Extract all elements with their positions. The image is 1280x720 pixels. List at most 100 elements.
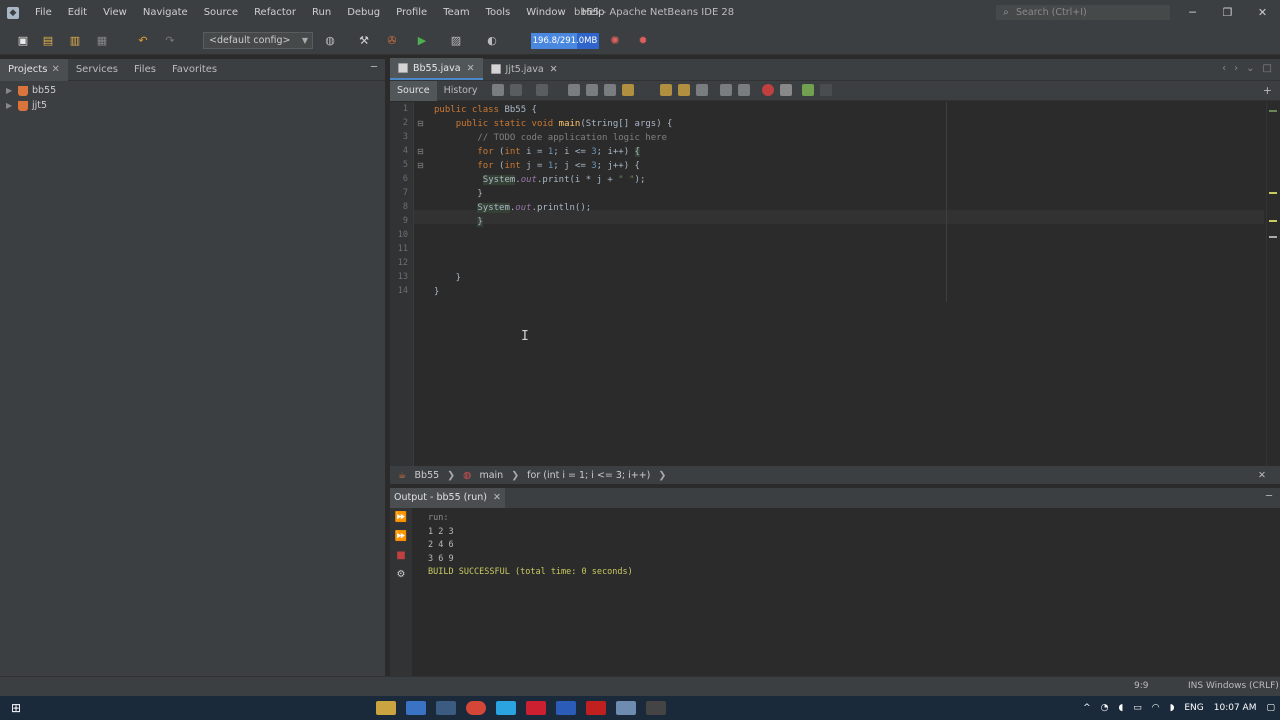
close-icon[interactable]: ✕	[51, 64, 59, 75]
menu-tools[interactable]: Tools	[478, 0, 519, 26]
prev-bookmark-icon[interactable]	[660, 84, 672, 96]
chrome-icon[interactable]	[466, 701, 486, 715]
uncomment-icon[interactable]	[820, 84, 832, 96]
menu-view[interactable]: View	[95, 0, 135, 26]
stop-macro-icon[interactable]	[780, 84, 792, 96]
close-icon[interactable]: ✕	[550, 64, 558, 75]
fold-toggle-icon[interactable]: ⊟	[417, 161, 424, 170]
network-icon[interactable]: ◔	[1101, 703, 1109, 713]
menu-debug[interactable]: Debug	[339, 0, 388, 26]
settings-icon[interactable]: ⚙	[394, 568, 408, 580]
file-explorer-icon[interactable]	[376, 701, 396, 715]
tab-projects[interactable]: Projects ✕	[0, 58, 68, 81]
next-bookmark-icon[interactable]	[678, 84, 690, 96]
undo-icon[interactable]: ↶	[135, 32, 151, 48]
close-icon[interactable]: ✕	[467, 63, 475, 74]
language-indicator[interactable]: ENG	[1184, 703, 1203, 713]
memory-indicator[interactable]: 196.8/291.0MB	[531, 33, 599, 49]
line-ending-label[interactable]: Windows (CRLF)	[1206, 681, 1279, 691]
new-project-icon[interactable]: ▤	[40, 32, 56, 48]
word-icon[interactable]	[556, 701, 576, 715]
rerun-params-icon[interactable]: ⏩	[394, 530, 408, 542]
wifi-icon[interactable]: ◠	[1152, 703, 1160, 713]
open-project-icon[interactable]: ▥	[67, 32, 83, 48]
tab-files[interactable]: Files	[126, 59, 164, 81]
tab-output[interactable]: Output - bb55 (run) ✕	[390, 488, 505, 508]
battery-icon[interactable]: ▭	[1133, 703, 1142, 713]
close-icon[interactable]: ✕	[1258, 470, 1266, 481]
notifications-icon[interactable]: ▢	[1266, 703, 1275, 713]
new-file-icon[interactable]: ▣	[15, 32, 31, 48]
redo-icon[interactable]: ↷	[162, 32, 178, 48]
start-icon[interactable]: ⊞	[6, 701, 26, 715]
tab-source[interactable]: Source	[390, 80, 437, 101]
menu-window[interactable]: Window	[518, 0, 573, 26]
tree-item-bb55[interactable]: ▶ bb55	[0, 83, 385, 98]
find-next-icon[interactable]	[604, 84, 616, 96]
app-icon[interactable]	[646, 701, 666, 715]
maximize-icon[interactable]: □	[1263, 63, 1272, 74]
maximize-icon[interactable]: ❐	[1210, 0, 1245, 26]
volume-icon[interactable]: ◖	[1118, 703, 1123, 713]
clean-build-icon[interactable]: ✇	[384, 32, 400, 48]
calculator-icon[interactable]	[406, 701, 426, 715]
toggle-bookmark-icon[interactable]	[696, 84, 708, 96]
stripe-marker[interactable]	[1269, 236, 1277, 238]
gc-icon[interactable]: ✺	[607, 32, 623, 48]
tab-favorites[interactable]: Favorites	[164, 59, 225, 81]
tree-item-jjt5[interactable]: ▶ jjt5	[0, 98, 385, 113]
comment-icon[interactable]	[802, 84, 814, 96]
breadcrumb-method[interactable]: main	[479, 470, 503, 481]
chevron-up-icon[interactable]: ^	[1083, 703, 1091, 713]
media-icon[interactable]	[586, 701, 606, 715]
netbeans-icon[interactable]	[616, 701, 636, 715]
stripe-marker[interactable]	[1269, 110, 1277, 112]
tab-bb55-java[interactable]: Bb55.java ✕	[390, 58, 483, 80]
menu-profile[interactable]: Profile	[388, 0, 435, 26]
fold-toggle-icon[interactable]: ⊟	[417, 119, 424, 128]
code-area[interactable]: 1 2 3 4 5 6 7 8 9 10 11 12 13 14 ⊟ ⊟ ⊟ p…	[390, 102, 1280, 466]
run-icon[interactable]: ▶	[414, 32, 430, 48]
clock[interactable]: 10:07 AM	[1214, 703, 1257, 713]
tab-jjt5-java[interactable]: Jjt5.java ✕	[483, 58, 566, 80]
globe-icon[interactable]: ◍	[322, 32, 338, 48]
close-icon[interactable]: ✕	[1245, 0, 1280, 26]
shift-right-icon[interactable]	[738, 84, 750, 96]
chevron-right-icon[interactable]: ›	[1234, 63, 1238, 74]
last-edit-icon[interactable]	[492, 84, 504, 96]
expand-icon[interactable]: ▶	[6, 101, 18, 110]
menu-navigate[interactable]: Navigate	[135, 0, 196, 26]
rerun-icon[interactable]: ⏩	[394, 511, 408, 523]
record-macro-icon[interactable]	[762, 84, 774, 96]
speaker-icon[interactable]: ◗	[1170, 703, 1175, 713]
error-stripe[interactable]	[1266, 102, 1280, 466]
find-prev-icon[interactable]	[586, 84, 598, 96]
tab-services[interactable]: Services	[68, 59, 126, 81]
menu-refactor[interactable]: Refactor	[246, 0, 304, 26]
tab-history[interactable]: History	[437, 81, 485, 101]
profile-icon[interactable]: ◐	[484, 32, 500, 48]
save-all-icon[interactable]: ▦	[94, 32, 110, 48]
menu-source[interactable]: Source	[196, 0, 246, 26]
forward-icon[interactable]	[536, 84, 548, 96]
minimize-panel-icon[interactable]: ─	[1266, 491, 1272, 502]
minimize-icon[interactable]: ─	[1175, 0, 1210, 26]
config-select[interactable]: <default config> ▼	[203, 32, 313, 49]
back-icon[interactable]	[510, 84, 522, 96]
menu-edit[interactable]: Edit	[60, 0, 95, 26]
caret-position[interactable]: 9:9	[1134, 681, 1148, 691]
search-box[interactable]: ⌕ Search (Ctrl+I)	[996, 5, 1170, 20]
build-hammer-icon[interactable]: ⚒	[356, 32, 372, 48]
menu-file[interactable]: File	[27, 0, 60, 26]
breadcrumb-loop[interactable]: for (int i = 1; i <= 3; i++)	[527, 470, 650, 481]
shift-left-icon[interactable]	[720, 84, 732, 96]
stripe-marker[interactable]	[1269, 220, 1277, 222]
wps-icon[interactable]	[526, 701, 546, 715]
settings-app-icon[interactable]	[436, 701, 456, 715]
split-plus-icon[interactable]: +	[1263, 84, 1272, 97]
chevron-left-icon[interactable]: ‹	[1222, 63, 1226, 74]
breadcrumb-class[interactable]: Bb55	[415, 470, 440, 481]
close-icon[interactable]: ✕	[493, 492, 501, 503]
menu-team[interactable]: Team	[435, 0, 477, 26]
output-console[interactable]: run: 1 2 3 2 4 6 3 6 9 BUILD SUCCESSFUL …	[428, 512, 633, 580]
